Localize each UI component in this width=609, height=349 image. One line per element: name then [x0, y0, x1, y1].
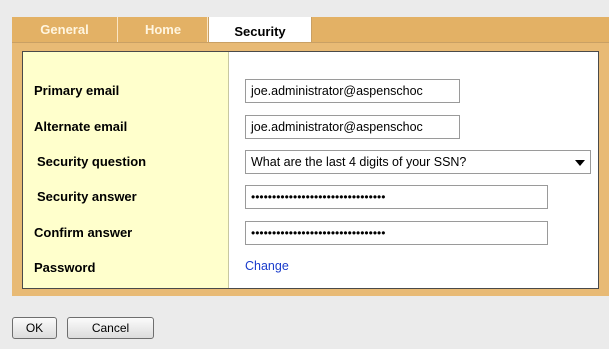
confirm-answer-field[interactable]: •••••••••••••••••••••••••••••••• — [245, 221, 548, 245]
security-question-label: Security question — [37, 154, 147, 169]
security-form: Primary email Alternate email Security q… — [22, 51, 599, 289]
ok-button[interactable]: OK — [12, 317, 57, 339]
alternate-email-field[interactable]: joe.administrator@aspenschoc — [245, 115, 460, 139]
primary-email-label: Primary email — [34, 83, 120, 98]
tab-bar: General Home Security — [12, 17, 609, 44]
alternate-email-label: Alternate email — [34, 119, 128, 134]
chevron-down-icon — [575, 160, 585, 166]
confirm-answer-label: Confirm answer — [34, 225, 133, 240]
security-answer-field[interactable]: •••••••••••••••••••••••••••••••• — [245, 185, 548, 209]
security-question-select[interactable]: What are the last 4 digits of your SSN? — [245, 150, 591, 174]
change-password-link[interactable]: Change — [245, 259, 289, 273]
tab-security[interactable]: Security — [208, 17, 312, 44]
tab-home[interactable]: Home — [119, 17, 208, 42]
tab-general[interactable]: General — [12, 17, 118, 42]
label-column: Primary email Alternate email Security q… — [23, 52, 229, 288]
password-label: Password — [34, 260, 96, 275]
cancel-button[interactable]: Cancel — [67, 317, 154, 339]
primary-email-field[interactable]: joe.administrator@aspenschoc — [245, 79, 460, 103]
tab-panel: Primary email Alternate email Security q… — [12, 42, 609, 296]
security-question-value: What are the last 4 digits of your SSN? — [251, 155, 467, 169]
security-answer-label: Security answer — [37, 189, 137, 204]
